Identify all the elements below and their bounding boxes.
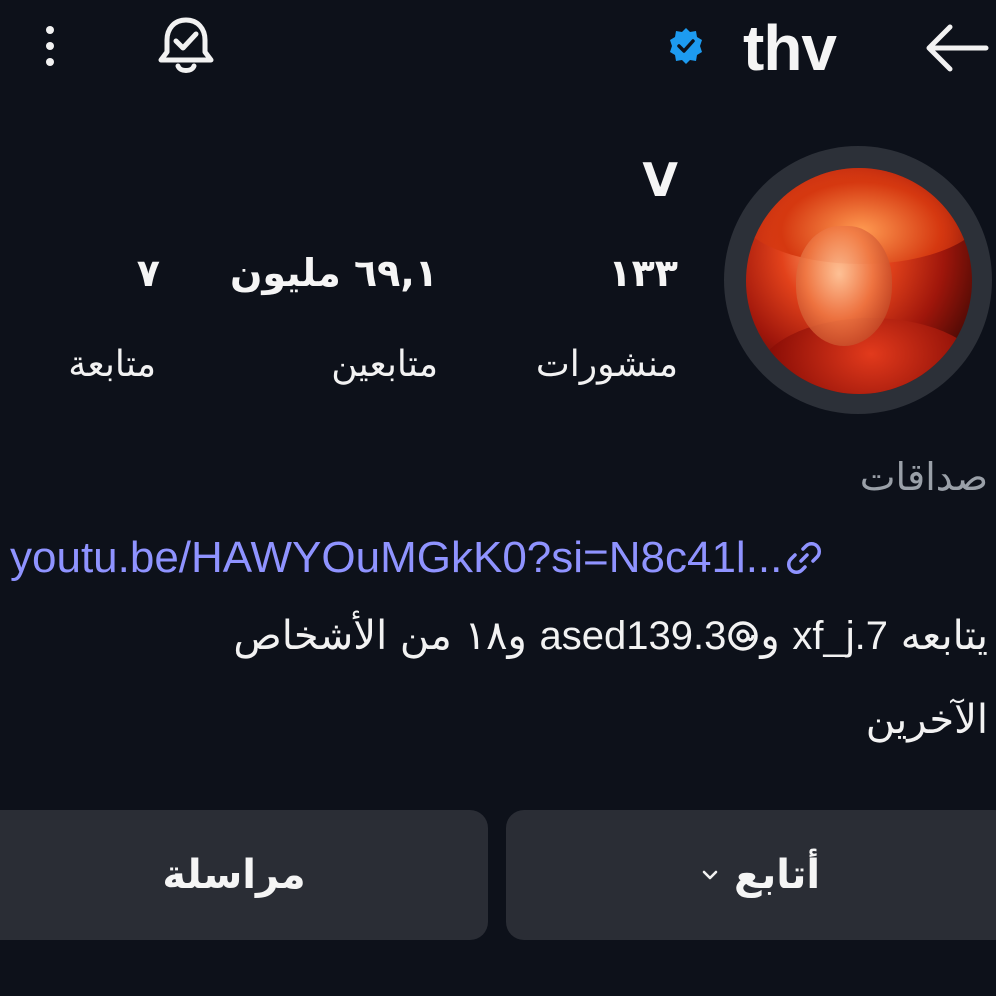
- chevron-down-icon: [702, 870, 718, 880]
- posts-label[interactable]: منشورات: [536, 340, 678, 390]
- message-button[interactable]: مراسلة: [0, 810, 488, 940]
- more-vertical-icon: [46, 26, 54, 34]
- bio-link[interactable]: youtu.be/HAWYOuMGkK0?si=N8c41l...: [10, 528, 996, 588]
- arrow-back-icon: [926, 24, 989, 72]
- more-options-button[interactable]: [28, 18, 72, 74]
- avatar[interactable]: [746, 168, 972, 394]
- top-bar: thv: [0, 0, 996, 100]
- message-button-label: مراسلة: [162, 852, 306, 898]
- notifications-button[interactable]: [152, 12, 220, 80]
- bell-check-icon: [158, 17, 214, 73]
- threads-icon: [728, 621, 759, 651]
- posts-count[interactable]: ١٣٣: [608, 248, 678, 298]
- mutual-follower-1[interactable]: xf_j.7: [792, 614, 888, 658]
- following-count[interactable]: ٧: [137, 248, 160, 298]
- mutual-follower-2[interactable]: ased139.3: [540, 614, 727, 658]
- back-button[interactable]: [920, 16, 992, 80]
- followers-count[interactable]: ٦٩,١ مليون: [230, 248, 438, 298]
- follow-button-label: أتابع: [733, 852, 821, 898]
- username-title: thv: [743, 12, 837, 84]
- profile-screen: thv V ١٣٣ ٦٩,١ مليون ٧ منشورات متابعين م…: [0, 0, 996, 996]
- follow-button[interactable]: أتابع: [506, 810, 996, 940]
- following-label[interactable]: متابعة: [68, 340, 156, 390]
- followed-by-text[interactable]: يتابعه xf_j.7 وased139.3 و١٨ من الأشخاص …: [28, 606, 988, 750]
- verified-badge-icon: [670, 28, 702, 64]
- followers-label[interactable]: متابعين: [331, 340, 438, 390]
- profile-category: صداقات: [859, 455, 988, 499]
- link-icon: [787, 542, 822, 574]
- bio-link-text[interactable]: youtu.be/HAWYOuMGkK0?si=N8c41l...: [10, 530, 782, 586]
- display-name: V: [642, 153, 678, 207]
